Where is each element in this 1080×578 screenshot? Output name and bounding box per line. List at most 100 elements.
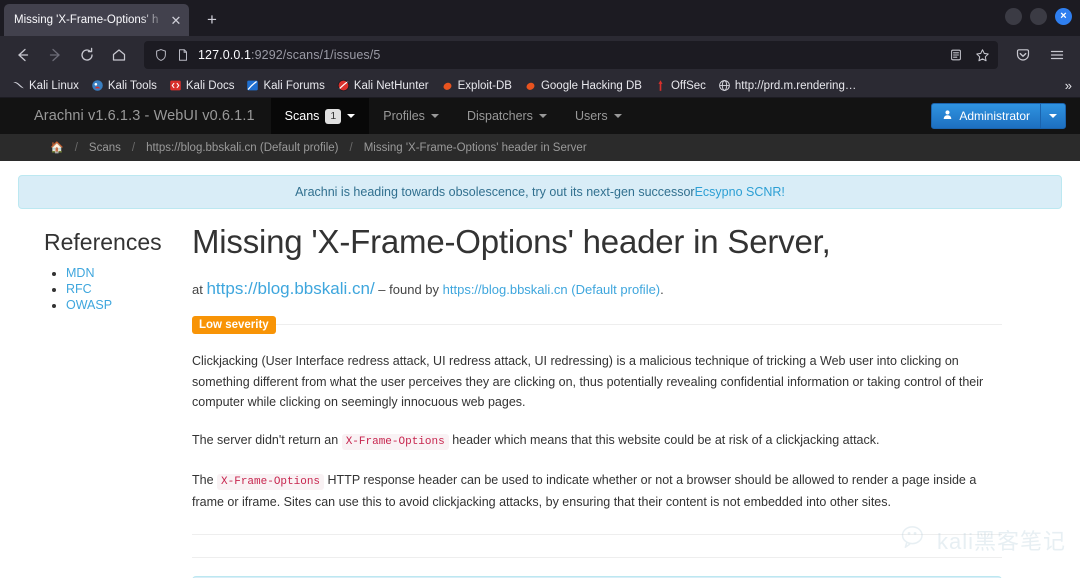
bookmark-label: Kali Forums: [263, 80, 324, 92]
nav-item-label: Scans: [285, 109, 320, 123]
nav-item-dispatchers[interactable]: Dispatchers: [453, 98, 561, 134]
bookmark-kali-forums[interactable]: Kali Forums: [242, 77, 328, 94]
toolbar-right: [1008, 40, 1072, 70]
bookmark-kali-tools[interactable]: Kali Tools: [87, 77, 161, 94]
bookmark-label: OffSec: [671, 80, 706, 92]
divider: [192, 324, 1002, 325]
references-heading: References: [44, 229, 192, 256]
reader-mode-icon[interactable]: [944, 43, 968, 67]
breadcrumb-item-scan[interactable]: https://blog.bbskali.cn (Default profile…: [146, 142, 338, 154]
close-window-button[interactable]: ×: [1055, 8, 1072, 25]
page-content: References MDN RFC OWASP Missing 'X-Fram…: [0, 209, 1080, 578]
obsolescence-banner: Arachni is heading towards obsolescence,…: [18, 175, 1062, 209]
breadcrumb-separator: /: [349, 142, 352, 154]
administrator-dropdown-toggle[interactable]: [1040, 104, 1065, 128]
exploit-db-icon: [441, 79, 454, 92]
description-paragraph-2: The server didn't return an X-Frame-Opti…: [192, 430, 1002, 452]
bookmark-kali-linux[interactable]: Kali Linux: [8, 77, 83, 94]
tab-strip: Missing 'X-Frame-Options' h ✕ + ×: [0, 0, 1080, 36]
scans-count-badge: 1: [325, 109, 341, 124]
home-icon[interactable]: 🏠: [50, 141, 64, 154]
reference-link-rfc[interactable]: RFC: [66, 282, 92, 296]
kali-tools-icon: [91, 79, 104, 92]
bookmark-kali-nethunter[interactable]: Kali NetHunter: [333, 77, 433, 94]
para3-before: The: [192, 473, 217, 487]
breadcrumb: 🏠 / Scans / https://blog.bbskali.cn (Def…: [0, 134, 1080, 161]
breadcrumb-item-issue: Missing 'X-Frame-Options' header in Serv…: [364, 142, 587, 154]
shield-icon[interactable]: [150, 48, 172, 62]
list-item: OWASP: [66, 298, 192, 312]
browser-window: Missing 'X-Frame-Options' h ✕ + ×: [0, 0, 1080, 578]
issue-subtitle: at https://blog.bbskali.cn/ – found by h…: [192, 279, 1002, 299]
breadcrumb-separator: /: [132, 142, 135, 154]
hamburger-menu-icon[interactable]: [1042, 40, 1072, 70]
close-icon[interactable]: ✕: [167, 11, 185, 29]
page-icon: [172, 48, 194, 62]
nav-item-profiles[interactable]: Profiles: [369, 98, 453, 134]
star-icon[interactable]: [970, 43, 994, 67]
bookmarks-overflow-icon[interactable]: »: [1065, 78, 1072, 93]
bookmark-rendering-url[interactable]: http://prd.m.rendering…: [714, 77, 860, 94]
minimize-button[interactable]: [1005, 8, 1022, 25]
obsolescence-banner-text: Arachni is heading towards obsolescence,…: [295, 185, 695, 199]
nav-item-users[interactable]: Users: [561, 98, 636, 134]
period: .: [660, 282, 664, 297]
bookmark-kali-docs[interactable]: Kali Docs: [165, 77, 239, 94]
list-item: MDN: [66, 266, 192, 280]
description-paragraph-3: The X-Frame-Options HTTP response header…: [192, 470, 1002, 512]
header-code-token: X-Frame-Options: [342, 434, 449, 450]
url-bar[interactable]: 127.0.0.1:9292/scans/1/issues/5: [144, 41, 998, 69]
app-navbar: Arachni v1.6.1.3 - WebUI v0.6.1.1 Scans …: [0, 98, 1080, 134]
chevron-down-icon: [1049, 114, 1057, 118]
references-list: MDN RFC OWASP: [44, 266, 192, 312]
para2-before: The server didn't return an: [192, 433, 342, 447]
bookmark-google-hacking-db[interactable]: Google Hacking DB: [520, 77, 646, 94]
maximize-button[interactable]: [1030, 8, 1047, 25]
home-icon[interactable]: [104, 40, 134, 70]
new-tab-button[interactable]: +: [197, 5, 227, 35]
bookmark-offsec[interactable]: OffSec: [650, 77, 710, 94]
browser-tab-title: Missing 'X-Frame-Options' h: [14, 14, 167, 26]
severity-row: Low severity: [192, 315, 1002, 333]
offsec-icon: [654, 79, 667, 92]
bookmark-exploit-db[interactable]: Exploit-DB: [437, 77, 516, 94]
references-sidebar: References MDN RFC OWASP: [0, 221, 192, 578]
url-text[interactable]: 127.0.0.1:9292/scans/1/issues/5: [198, 48, 380, 62]
bookmark-label: Kali Linux: [29, 80, 79, 92]
browser-tab[interactable]: Missing 'X-Frame-Options' h ✕: [4, 4, 189, 36]
ecsypno-scnr-link[interactable]: Ecsypno SCNR!: [695, 185, 785, 199]
chevron-down-icon: [347, 114, 355, 118]
divider: [192, 557, 1002, 558]
app-brand[interactable]: Arachni v1.6.1.3 - WebUI v0.6.1.1: [34, 108, 255, 124]
chevron-down-icon: [539, 114, 547, 118]
status-badge: Low severity: [192, 316, 276, 334]
reference-link-mdn[interactable]: MDN: [66, 266, 94, 280]
kali-dragon-icon: [12, 79, 25, 92]
chevron-down-icon: [431, 114, 439, 118]
forward-icon[interactable]: [40, 40, 70, 70]
at-prefix: at: [192, 282, 206, 297]
url-path: :9292/scans/1/issues/5: [251, 48, 380, 62]
url-host: 127.0.0.1: [198, 48, 251, 62]
pocket-icon[interactable]: [1008, 40, 1038, 70]
nav-item-scans[interactable]: Scans 1: [271, 98, 370, 134]
breadcrumb-item-scans[interactable]: Scans: [89, 142, 121, 154]
kali-docs-icon: [169, 79, 182, 92]
administrator-label: Administrator: [959, 109, 1030, 123]
bookmark-label: Kali NetHunter: [354, 80, 429, 92]
kali-nethunter-icon: [337, 79, 350, 92]
profile-link[interactable]: https://blog.bbskali.cn (Default profile…: [443, 282, 661, 297]
divider: [192, 534, 1002, 535]
globe-icon: [718, 79, 731, 92]
nav-item-label: Dispatchers: [467, 109, 533, 123]
reload-icon[interactable]: [72, 40, 102, 70]
back-icon[interactable]: [8, 40, 38, 70]
target-url-link[interactable]: https://blog.bbskali.cn/: [206, 279, 374, 298]
administrator-button[interactable]: Administrator: [931, 103, 1066, 129]
issue-detail: Missing 'X-Frame-Options' header in Serv…: [192, 221, 1080, 578]
user-icon: [942, 109, 953, 123]
urlbar-actions: [944, 41, 994, 69]
breadcrumb-separator: /: [75, 142, 78, 154]
bookmark-label: Exploit-DB: [458, 80, 512, 92]
reference-link-owasp[interactable]: OWASP: [66, 298, 112, 312]
